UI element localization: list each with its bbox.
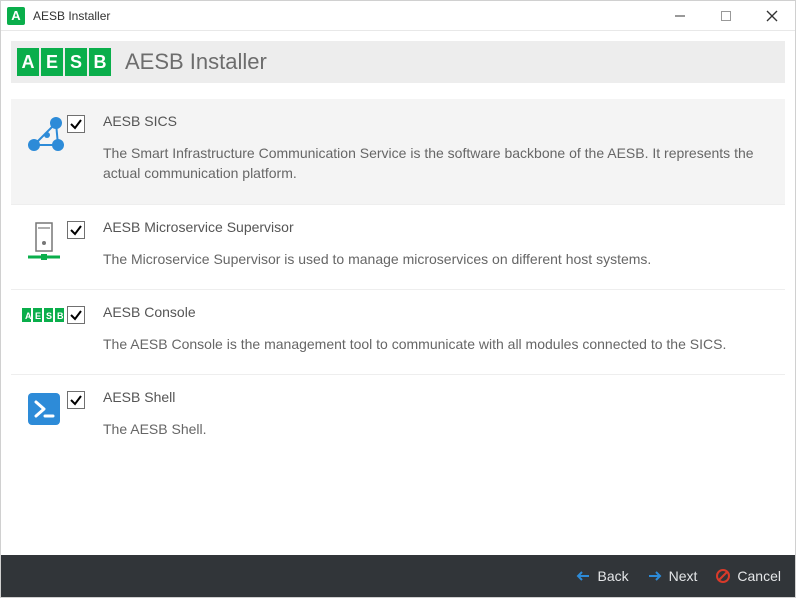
check-icon	[69, 308, 83, 322]
window-title: AESB Installer	[33, 9, 110, 23]
next-label: Next	[669, 568, 698, 584]
checkbox-wrap	[67, 389, 97, 409]
logo-letter: E	[41, 48, 63, 76]
item-description: The Smart Infrastructure Communication S…	[103, 143, 775, 184]
list-item-console[interactable]: A E S B AESB Console The AESB Console is…	[11, 289, 785, 374]
logo-letter: A	[17, 48, 39, 76]
back-button[interactable]: Back	[575, 568, 628, 584]
page-title: AESB Installer	[125, 49, 267, 75]
list-item-shell[interactable]: AESB Shell The AESB Shell.	[11, 374, 785, 459]
svg-text:A: A	[25, 311, 32, 321]
back-label: Back	[597, 568, 628, 584]
checkbox-sics[interactable]	[67, 115, 85, 133]
arrow-left-icon	[575, 568, 591, 584]
maximize-icon	[720, 10, 732, 22]
checkbox-console[interactable]	[67, 306, 85, 324]
cancel-label: Cancel	[737, 568, 781, 584]
item-description: The Microservice Supervisor is used to m…	[103, 249, 775, 269]
svg-text:S: S	[46, 311, 52, 321]
close-icon	[766, 10, 778, 22]
app-icon: A	[7, 7, 25, 25]
check-icon	[69, 393, 83, 407]
list-item-supervisor[interactable]: AESB Microservice Supervisor The Microse…	[11, 204, 785, 289]
list-item-sics[interactable]: AESB SICS The Smart Infrastructure Commu…	[11, 99, 785, 204]
header: A E S B AESB Installer	[11, 41, 785, 83]
shell-icon	[21, 389, 67, 427]
server-icon	[21, 219, 67, 265]
arrow-right-icon	[647, 568, 663, 584]
cancel-button[interactable]: Cancel	[715, 568, 781, 584]
check-icon	[69, 117, 83, 131]
minimize-icon	[674, 10, 686, 22]
logo-letter: B	[89, 48, 111, 76]
checkbox-shell[interactable]	[67, 391, 85, 409]
maximize-button[interactable]	[703, 1, 749, 31]
next-button[interactable]: Next	[647, 568, 698, 584]
item-title: AESB SICS	[103, 113, 775, 129]
logo-letter: S	[65, 48, 87, 76]
checkbox-supervisor[interactable]	[67, 221, 85, 239]
item-description: The AESB Shell.	[103, 419, 775, 439]
checkbox-wrap	[67, 304, 97, 324]
check-icon	[69, 223, 83, 237]
svg-text:E: E	[35, 311, 41, 321]
minimize-button[interactable]	[657, 1, 703, 31]
cancel-icon	[715, 568, 731, 584]
close-button[interactable]	[749, 1, 795, 31]
window-controls	[657, 1, 795, 31]
network-icon	[21, 113, 67, 155]
item-title: AESB Microservice Supervisor	[103, 219, 775, 235]
footer: Back Next Cancel	[1, 555, 795, 597]
checkbox-wrap	[67, 113, 97, 133]
aesb-badge-icon: A E S B	[21, 304, 67, 326]
svg-text:B: B	[57, 311, 64, 321]
checkbox-wrap	[67, 219, 97, 239]
item-description: The AESB Console is the management tool …	[103, 334, 775, 354]
item-title: AESB Console	[103, 304, 775, 320]
header-logo: A E S B	[17, 48, 111, 76]
titlebar: A AESB Installer	[1, 1, 795, 31]
item-title: AESB Shell	[103, 389, 775, 405]
component-list: AESB SICS The Smart Infrastructure Commu…	[11, 99, 785, 459]
